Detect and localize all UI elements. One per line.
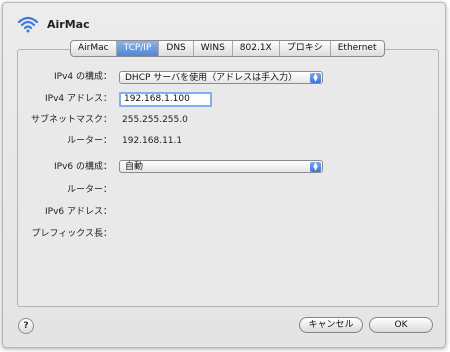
ipv4-address-field[interactable]: 192.168.1.100: [119, 92, 212, 107]
ipv4-config-value: DHCP サーバを使用（アドレスは手入力）: [125, 73, 298, 83]
subnet-mask-value: 255.255.255.0: [122, 115, 188, 125]
ok-button[interactable]: OK: [369, 317, 433, 333]
ipv6-config-label: IPv6 の構成：: [54, 162, 112, 172]
ipv6-config-popup[interactable]: 自動 ▲ ▼: [119, 160, 323, 173]
tab-wins[interactable]: WINS: [192, 41, 232, 56]
prefix-length-label: プレフィックス長：: [31, 229, 112, 239]
ipv4-router-label: ルーター：: [66, 136, 112, 146]
tab-bar: AirMac TCP/IP DNS WINS 802.1X プロキシ Ether…: [70, 40, 385, 57]
preferences-window: AirMac AirMac TCP/IP DNS WINS 802.1X プロキ…: [2, 2, 446, 348]
ipv4-address-label: IPv4 アドレス：: [45, 94, 112, 104]
subnet-mask-label: サブネットマスク：: [30, 115, 112, 125]
tab-ethernet[interactable]: Ethernet: [329, 41, 384, 56]
window-header: AirMac: [17, 15, 90, 33]
help-button[interactable]: ?: [18, 318, 34, 334]
tab-airmac[interactable]: AirMac: [71, 41, 116, 56]
wifi-icon: [17, 16, 39, 33]
ipv4-config-popup[interactable]: DHCP サーバを使用（アドレスは手入力） ▲ ▼: [119, 71, 323, 84]
ipv6-config-value: 自動: [125, 162, 144, 172]
settings-panel: [17, 49, 439, 307]
tab-dns[interactable]: DNS: [158, 41, 192, 56]
ipv4-config-label: IPv4 の構成：: [54, 72, 112, 82]
tab-8021x[interactable]: 802.1X: [231, 41, 279, 56]
tab-tcpip[interactable]: TCP/IP: [115, 41, 159, 56]
ipv6-address-label: IPv6 アドレス：: [45, 207, 112, 217]
app-title: AirMac: [47, 17, 90, 31]
popup-arrows-icon: ▲ ▼: [310, 73, 321, 83]
ipv4-router-value: 192.168.11.1: [122, 136, 183, 146]
tab-proxy[interactable]: プロキシ: [278, 41, 330, 56]
ipv6-router-label: ルーター：: [66, 185, 112, 195]
popup-arrows-icon: ▲ ▼: [310, 162, 321, 172]
cancel-button[interactable]: キャンセル: [299, 317, 363, 333]
